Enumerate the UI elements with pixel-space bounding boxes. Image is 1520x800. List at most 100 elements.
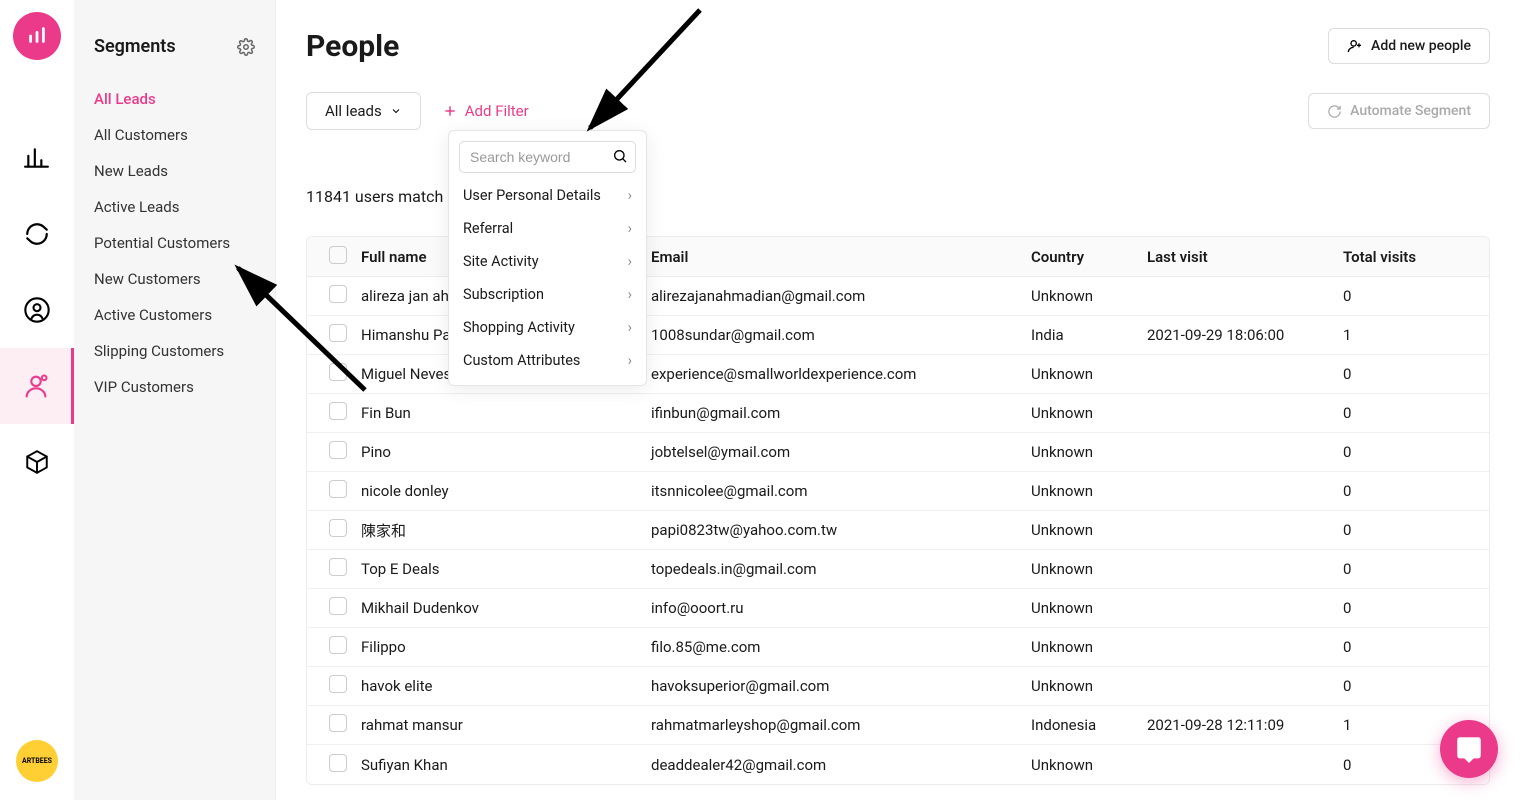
chat-fab[interactable]	[1440, 720, 1498, 778]
plus-icon	[443, 104, 457, 118]
sidebar-item-all-customers[interactable]: All Customers	[74, 117, 275, 153]
app-logo[interactable]	[13, 12, 61, 60]
checkbox[interactable]	[329, 754, 347, 772]
user-plus-icon	[1347, 38, 1363, 54]
table-row[interactable]: 陳家和papi0823tw@yahoo.com.twUnknown0	[307, 511, 1489, 550]
filter-category-site-activity[interactable]: Site Activity›	[449, 245, 646, 278]
sidebar-title: Segments	[94, 36, 176, 57]
checkbox[interactable]	[329, 441, 347, 459]
cell-visits: 0	[1337, 521, 1490, 539]
cell-email: ifinbun@gmail.com	[645, 404, 1025, 422]
cell-email: topedeals.in@gmail.com	[645, 560, 1025, 578]
cell-country: Unknown	[1025, 560, 1141, 578]
nav-rail: ARTBEES	[0, 0, 74, 800]
add-people-label: Add new people	[1371, 38, 1471, 54]
table-row[interactable]: nicole donleyitsnnicolee@gmail.comUnknow…	[307, 472, 1489, 511]
filter-category-custom-attributes[interactable]: Custom Attributes›	[449, 344, 646, 377]
cell-visits: 0	[1337, 365, 1490, 383]
chevron-down-icon	[390, 105, 402, 117]
cell-visits: 0	[1337, 482, 1490, 500]
cell-name: Top E Deals	[355, 560, 645, 578]
table-row[interactable]: Mikhail Dudenkovinfo@ooort.ruUnknown0	[307, 589, 1489, 628]
cell-visits: 0	[1337, 443, 1490, 461]
cell-name: Mikhail Dudenkov	[355, 599, 645, 617]
cell-country: Unknown	[1025, 521, 1141, 539]
cell-country: Unknown	[1025, 443, 1141, 461]
automate-segment-label: Automate Segment	[1350, 103, 1471, 119]
checkbox[interactable]	[329, 480, 347, 498]
checkbox[interactable]	[329, 636, 347, 654]
annotation-arrow-2	[220, 250, 400, 410]
cell-email: experience@smallworldexperience.com	[645, 365, 1025, 383]
cell-email: jobtelsel@ymail.com	[645, 443, 1025, 461]
cell-country: Unknown	[1025, 482, 1141, 500]
automate-segment-button[interactable]: Automate Segment	[1308, 93, 1490, 129]
chevron-right-icon: ›	[628, 286, 632, 303]
col-lastvisit[interactable]: Last visit	[1141, 248, 1337, 266]
cell-visits: 0	[1337, 638, 1490, 656]
cell-visits: 0	[1337, 287, 1490, 305]
rail-artbees[interactable]: ARTBEES	[0, 740, 74, 782]
rail-people[interactable]	[0, 348, 74, 424]
filter-category-shopping-activity[interactable]: Shopping Activity›	[449, 311, 646, 344]
rail-crm[interactable]	[0, 272, 74, 348]
filter-category-subscription[interactable]: Subscription›	[449, 278, 646, 311]
cell-visits: 0	[1337, 599, 1490, 617]
table-row[interactable]: Filippofilo.85@me.comUnknown0	[307, 628, 1489, 667]
sidebar-item-all-leads[interactable]: All Leads	[74, 81, 275, 117]
chevron-right-icon: ›	[628, 187, 632, 204]
cell-email: havoksuperior@gmail.com	[645, 677, 1025, 695]
main-content: People Add new people All leads Add Filt…	[276, 0, 1520, 800]
cell-email: deaddealer42@gmail.com	[645, 756, 1025, 774]
table-row[interactable]: Pinojobtelsel@ymail.comUnknown 0	[307, 433, 1489, 472]
filter-category-user-personal-details[interactable]: User Personal Details›	[449, 179, 646, 212]
table-row[interactable]: Fin Bunifinbun@gmail.comUnknown0	[307, 394, 1489, 433]
cell-email: 1008sundar@gmail.com	[645, 326, 1025, 344]
gear-icon[interactable]	[237, 38, 255, 56]
cell-name: Pino	[355, 443, 645, 461]
checkbox[interactable]	[329, 519, 347, 537]
sidebar-item-active-leads[interactable]: Active Leads	[74, 189, 275, 225]
rail-analytics[interactable]	[0, 120, 74, 196]
filter-category-referral[interactable]: Referral›	[449, 212, 646, 245]
cell-name: nicole donley	[355, 482, 645, 500]
cell-country: Unknown	[1025, 756, 1141, 774]
cell-lastvisit: 2021-09-28 12:11:09	[1141, 716, 1337, 734]
chevron-right-icon: ›	[628, 220, 632, 237]
sidebar-item-new-leads[interactable]: New Leads	[74, 153, 275, 189]
cell-country: Unknown	[1025, 365, 1141, 383]
cell-name: 陳家和	[355, 520, 645, 541]
add-people-button[interactable]: Add new people	[1328, 28, 1490, 64]
chevron-right-icon: ›	[628, 253, 632, 270]
add-filter-button[interactable]: Add Filter	[443, 102, 529, 120]
cell-lastvisit: 2021-09-29 18:06:00	[1141, 326, 1337, 344]
segment-dropdown[interactable]: All leads	[306, 92, 421, 130]
table-row[interactable]: rahmat mansurrahmatmarleyshop@gmail.comI…	[307, 706, 1489, 745]
table-row[interactable]: Top E Dealstopedeals.in@gmail.comUnknown…	[307, 550, 1489, 589]
checkbox[interactable]	[329, 714, 347, 732]
cell-email: itsnnicolee@gmail.com	[645, 482, 1025, 500]
cell-name: Filippo	[355, 638, 645, 656]
cell-visits: 0	[1337, 560, 1490, 578]
chevron-right-icon: ›	[628, 352, 632, 369]
annotation-arrow-1	[560, 0, 760, 150]
col-country[interactable]: Country	[1025, 248, 1141, 266]
table-row[interactable]: havok elitehavoksuperior@gmail.comUnknow…	[307, 667, 1489, 706]
rail-sync[interactable]	[0, 196, 74, 272]
cell-country: Unknown	[1025, 404, 1141, 422]
search-icon	[612, 148, 628, 164]
cell-email: info@ooort.ru	[645, 599, 1025, 617]
cell-country: Unknown	[1025, 638, 1141, 656]
col-email[interactable]: Email	[645, 248, 1025, 266]
checkbox[interactable]	[329, 597, 347, 615]
chevron-right-icon: ›	[628, 319, 632, 336]
chat-icon	[1455, 735, 1483, 763]
cell-email: alirezajanahmadian@gmail.com	[645, 287, 1025, 305]
table-row[interactable]: Sufiyan Khandeaddealer42@gmail.comUnknow…	[307, 745, 1489, 784]
checkbox[interactable]	[329, 675, 347, 693]
cell-visits: 0	[1337, 404, 1490, 422]
checkbox[interactable]	[329, 558, 347, 576]
col-totalvisits[interactable]: Total visits	[1337, 248, 1490, 266]
rail-package[interactable]	[0, 424, 74, 500]
filter-popover: User Personal Details›Referral›Site Acti…	[448, 130, 647, 386]
